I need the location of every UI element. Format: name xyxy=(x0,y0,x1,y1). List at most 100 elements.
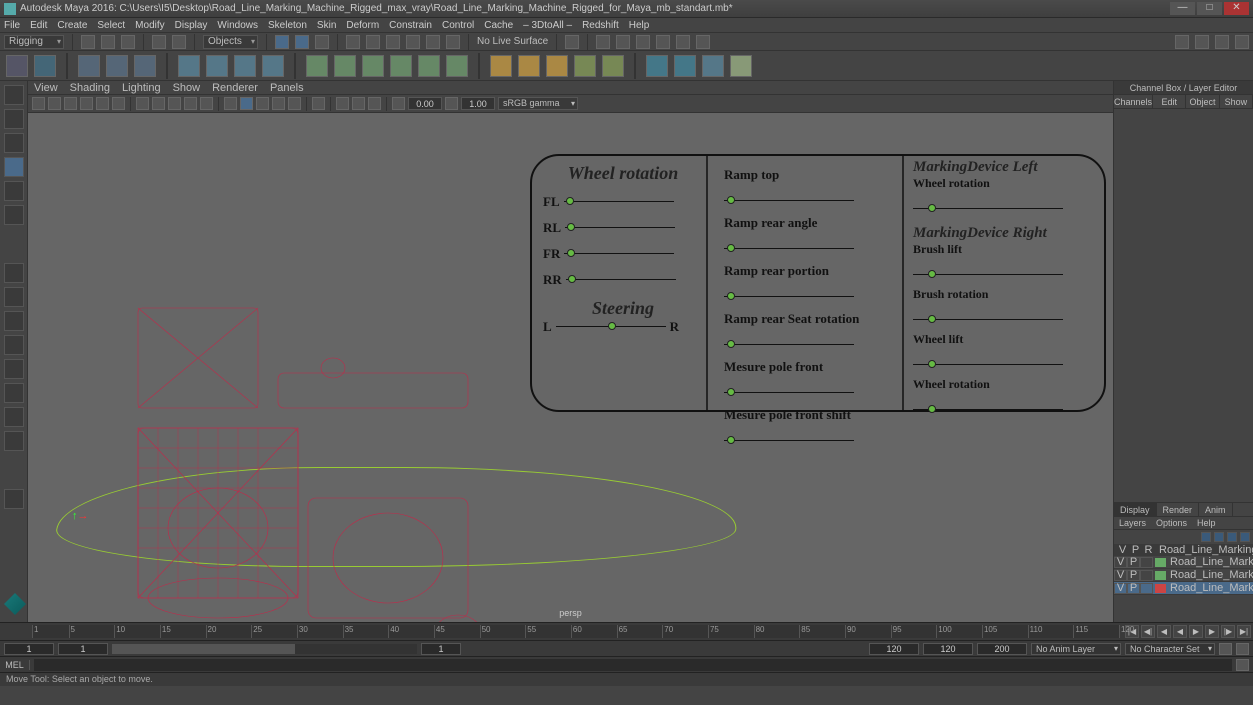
constraint-scale-icon[interactable] xyxy=(574,55,596,77)
vp-wireframe-icon[interactable] xyxy=(224,97,237,110)
skin-weight-icon[interactable] xyxy=(334,55,356,77)
chtab-object[interactable]: Object xyxy=(1186,95,1219,108)
vp-shadows-icon[interactable] xyxy=(288,97,301,110)
ramp-slider[interactable] xyxy=(724,343,854,347)
vp-camera-lock-icon[interactable] xyxy=(48,97,61,110)
menu-control[interactable]: Control xyxy=(442,20,474,31)
paint-select-tool[interactable] xyxy=(4,133,24,153)
constraint-parent-icon[interactable] xyxy=(490,55,512,77)
range-start-inner[interactable] xyxy=(58,643,108,655)
vp-exposure-icon[interactable] xyxy=(392,97,405,110)
vp-isolate-icon[interactable] xyxy=(312,97,325,110)
pose-icon[interactable] xyxy=(702,55,724,77)
wheel-FR-slider[interactable] xyxy=(564,252,674,256)
shelf-tool-icon[interactable] xyxy=(6,55,28,77)
layout-four-icon[interactable] xyxy=(4,287,24,307)
layout-script-icon[interactable] xyxy=(4,431,24,451)
wrap-icon[interactable] xyxy=(262,55,284,77)
rotate-tool[interactable] xyxy=(4,181,24,201)
render-view-icon[interactable] xyxy=(656,35,670,49)
menu-constrain[interactable]: Constrain xyxy=(389,20,432,31)
prefs-icon[interactable] xyxy=(1236,643,1249,655)
snap-point-icon[interactable] xyxy=(386,35,400,49)
layermenu-options[interactable]: Options xyxy=(1151,517,1192,529)
ipr-icon[interactable] xyxy=(616,35,630,49)
constraint-orient-icon[interactable] xyxy=(546,55,568,77)
vpmenu-show[interactable]: Show xyxy=(173,82,201,94)
chtab-edit[interactable]: Edit xyxy=(1153,95,1186,108)
save-scene-icon[interactable] xyxy=(121,35,135,49)
character-set-dropdown[interactable]: No Character Set xyxy=(1125,643,1215,655)
anim-layer-dropdown[interactable]: No Anim Layer xyxy=(1031,643,1121,655)
viewport[interactable]: ↑→ persp Wheel rotation FLRLFRRR Steerin… xyxy=(28,113,1113,622)
layout-graph-icon[interactable] xyxy=(4,383,24,403)
range-start-outer[interactable] xyxy=(4,643,54,655)
layertab-display[interactable]: Display xyxy=(1114,503,1157,516)
layout-persp-icon[interactable] xyxy=(4,311,24,331)
play-fwd-button[interactable]: ▶ xyxy=(1189,625,1203,638)
layer-row[interactable]: VPRoad_Line_Marking_M xyxy=(1114,556,1253,569)
ramp-slider[interactable] xyxy=(724,439,854,443)
vp-xray-joints-icon[interactable] xyxy=(352,97,365,110)
menu-deform[interactable]: Deform xyxy=(346,20,379,31)
layer-new-selected-icon[interactable] xyxy=(1240,532,1250,542)
vp-grease-icon[interactable] xyxy=(112,97,125,110)
ramp-slider[interactable] xyxy=(724,247,854,251)
layertab-anim[interactable]: Anim xyxy=(1199,503,1233,516)
pose-icon[interactable] xyxy=(730,55,752,77)
ramp-slider[interactable] xyxy=(724,295,854,299)
layer-master[interactable]: Road_Line_Marking_Machine xyxy=(1155,544,1253,556)
menu-windows[interactable]: Windows xyxy=(217,20,258,31)
vpmenu-shading[interactable]: Shading xyxy=(70,82,110,94)
panel-layout-icon[interactable] xyxy=(1175,35,1189,49)
snap-grid-icon[interactable] xyxy=(346,35,360,49)
vp-safe-icon[interactable] xyxy=(200,97,213,110)
wheel-FL-slider[interactable] xyxy=(564,200,674,204)
layout-hyper-icon[interactable] xyxy=(4,359,24,379)
menu-cache[interactable]: Cache xyxy=(484,20,513,31)
layer-new-empty-icon[interactable] xyxy=(1227,532,1237,542)
range-end-outer[interactable] xyxy=(923,643,973,655)
step-fwd-button[interactable]: ▶ xyxy=(1205,625,1219,638)
sel-mode-icon[interactable] xyxy=(315,35,329,49)
md-slider[interactable] xyxy=(913,363,1063,367)
vp-gamma-icon[interactable] xyxy=(445,97,458,110)
menu-redshift[interactable]: Redshift xyxy=(582,20,619,31)
lattice-icon[interactable] xyxy=(178,55,200,77)
vp-grid-icon[interactable] xyxy=(136,97,149,110)
joint-tool-icon[interactable] xyxy=(78,55,100,77)
chtab-channels[interactable]: Channels xyxy=(1114,95,1153,108)
panel-layout-icon[interactable] xyxy=(1195,35,1209,49)
colorspace-dropdown[interactable]: sRGB gamma xyxy=(498,97,578,110)
chtab-show[interactable]: Show xyxy=(1220,95,1253,108)
vpmenu-renderer[interactable]: Renderer xyxy=(212,82,258,94)
render-layer-icon[interactable] xyxy=(676,35,690,49)
menu-help[interactable]: Help xyxy=(629,20,650,31)
maximize-button[interactable]: □ xyxy=(1197,2,1222,15)
script-lang-toggle[interactable]: MEL xyxy=(0,660,30,670)
vpmenu-lighting[interactable]: Lighting xyxy=(122,82,161,94)
snap-plane-icon[interactable] xyxy=(406,35,420,49)
layer-row[interactable]: VPRoad_Line_Marking_M xyxy=(1114,569,1253,582)
snap-curve-icon[interactable] xyxy=(366,35,380,49)
layer-move-down-icon[interactable] xyxy=(1214,532,1224,542)
shelf-tool-icon[interactable] xyxy=(34,55,56,77)
go-end-button[interactable]: ▶| xyxy=(1237,625,1251,638)
scene-model[interactable] xyxy=(108,298,508,622)
autokey-icon[interactable] xyxy=(1219,643,1232,655)
wheel-RL-slider[interactable] xyxy=(565,226,675,230)
vp-2d-pan-icon[interactable] xyxy=(96,97,109,110)
md-slider[interactable] xyxy=(913,273,1063,277)
constraint-aim-icon[interactable] xyxy=(602,55,624,77)
render-icon[interactable] xyxy=(596,35,610,49)
minimize-button[interactable]: — xyxy=(1170,2,1195,15)
layertab-render[interactable]: Render xyxy=(1157,503,1200,516)
skin-mirror-icon[interactable] xyxy=(362,55,384,77)
ik-handle-icon[interactable] xyxy=(106,55,128,77)
vp-res-gate-icon[interactable] xyxy=(168,97,181,110)
ik-spline-icon[interactable] xyxy=(134,55,156,77)
vp-bookmark-icon[interactable] xyxy=(64,97,77,110)
skin-bind-icon[interactable] xyxy=(306,55,328,77)
vpmenu-view[interactable]: View xyxy=(34,82,58,94)
step-back-button[interactable]: ◀ xyxy=(1157,625,1171,638)
